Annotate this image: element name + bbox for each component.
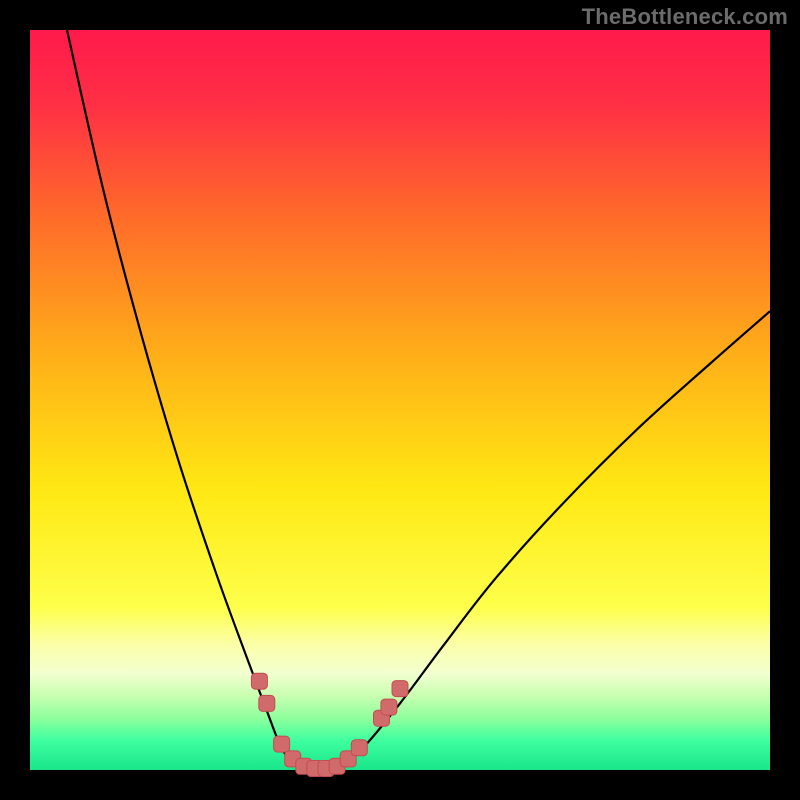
data-marker [259,695,275,711]
data-marker [351,740,367,756]
bottleneck-chart [0,0,800,800]
data-marker [381,699,397,715]
watermark-text: TheBottleneck.com [582,4,788,30]
data-marker [392,681,408,697]
data-marker [274,736,290,752]
chart-frame: TheBottleneck.com [0,0,800,800]
data-marker [251,673,267,689]
plot-background [30,30,770,770]
